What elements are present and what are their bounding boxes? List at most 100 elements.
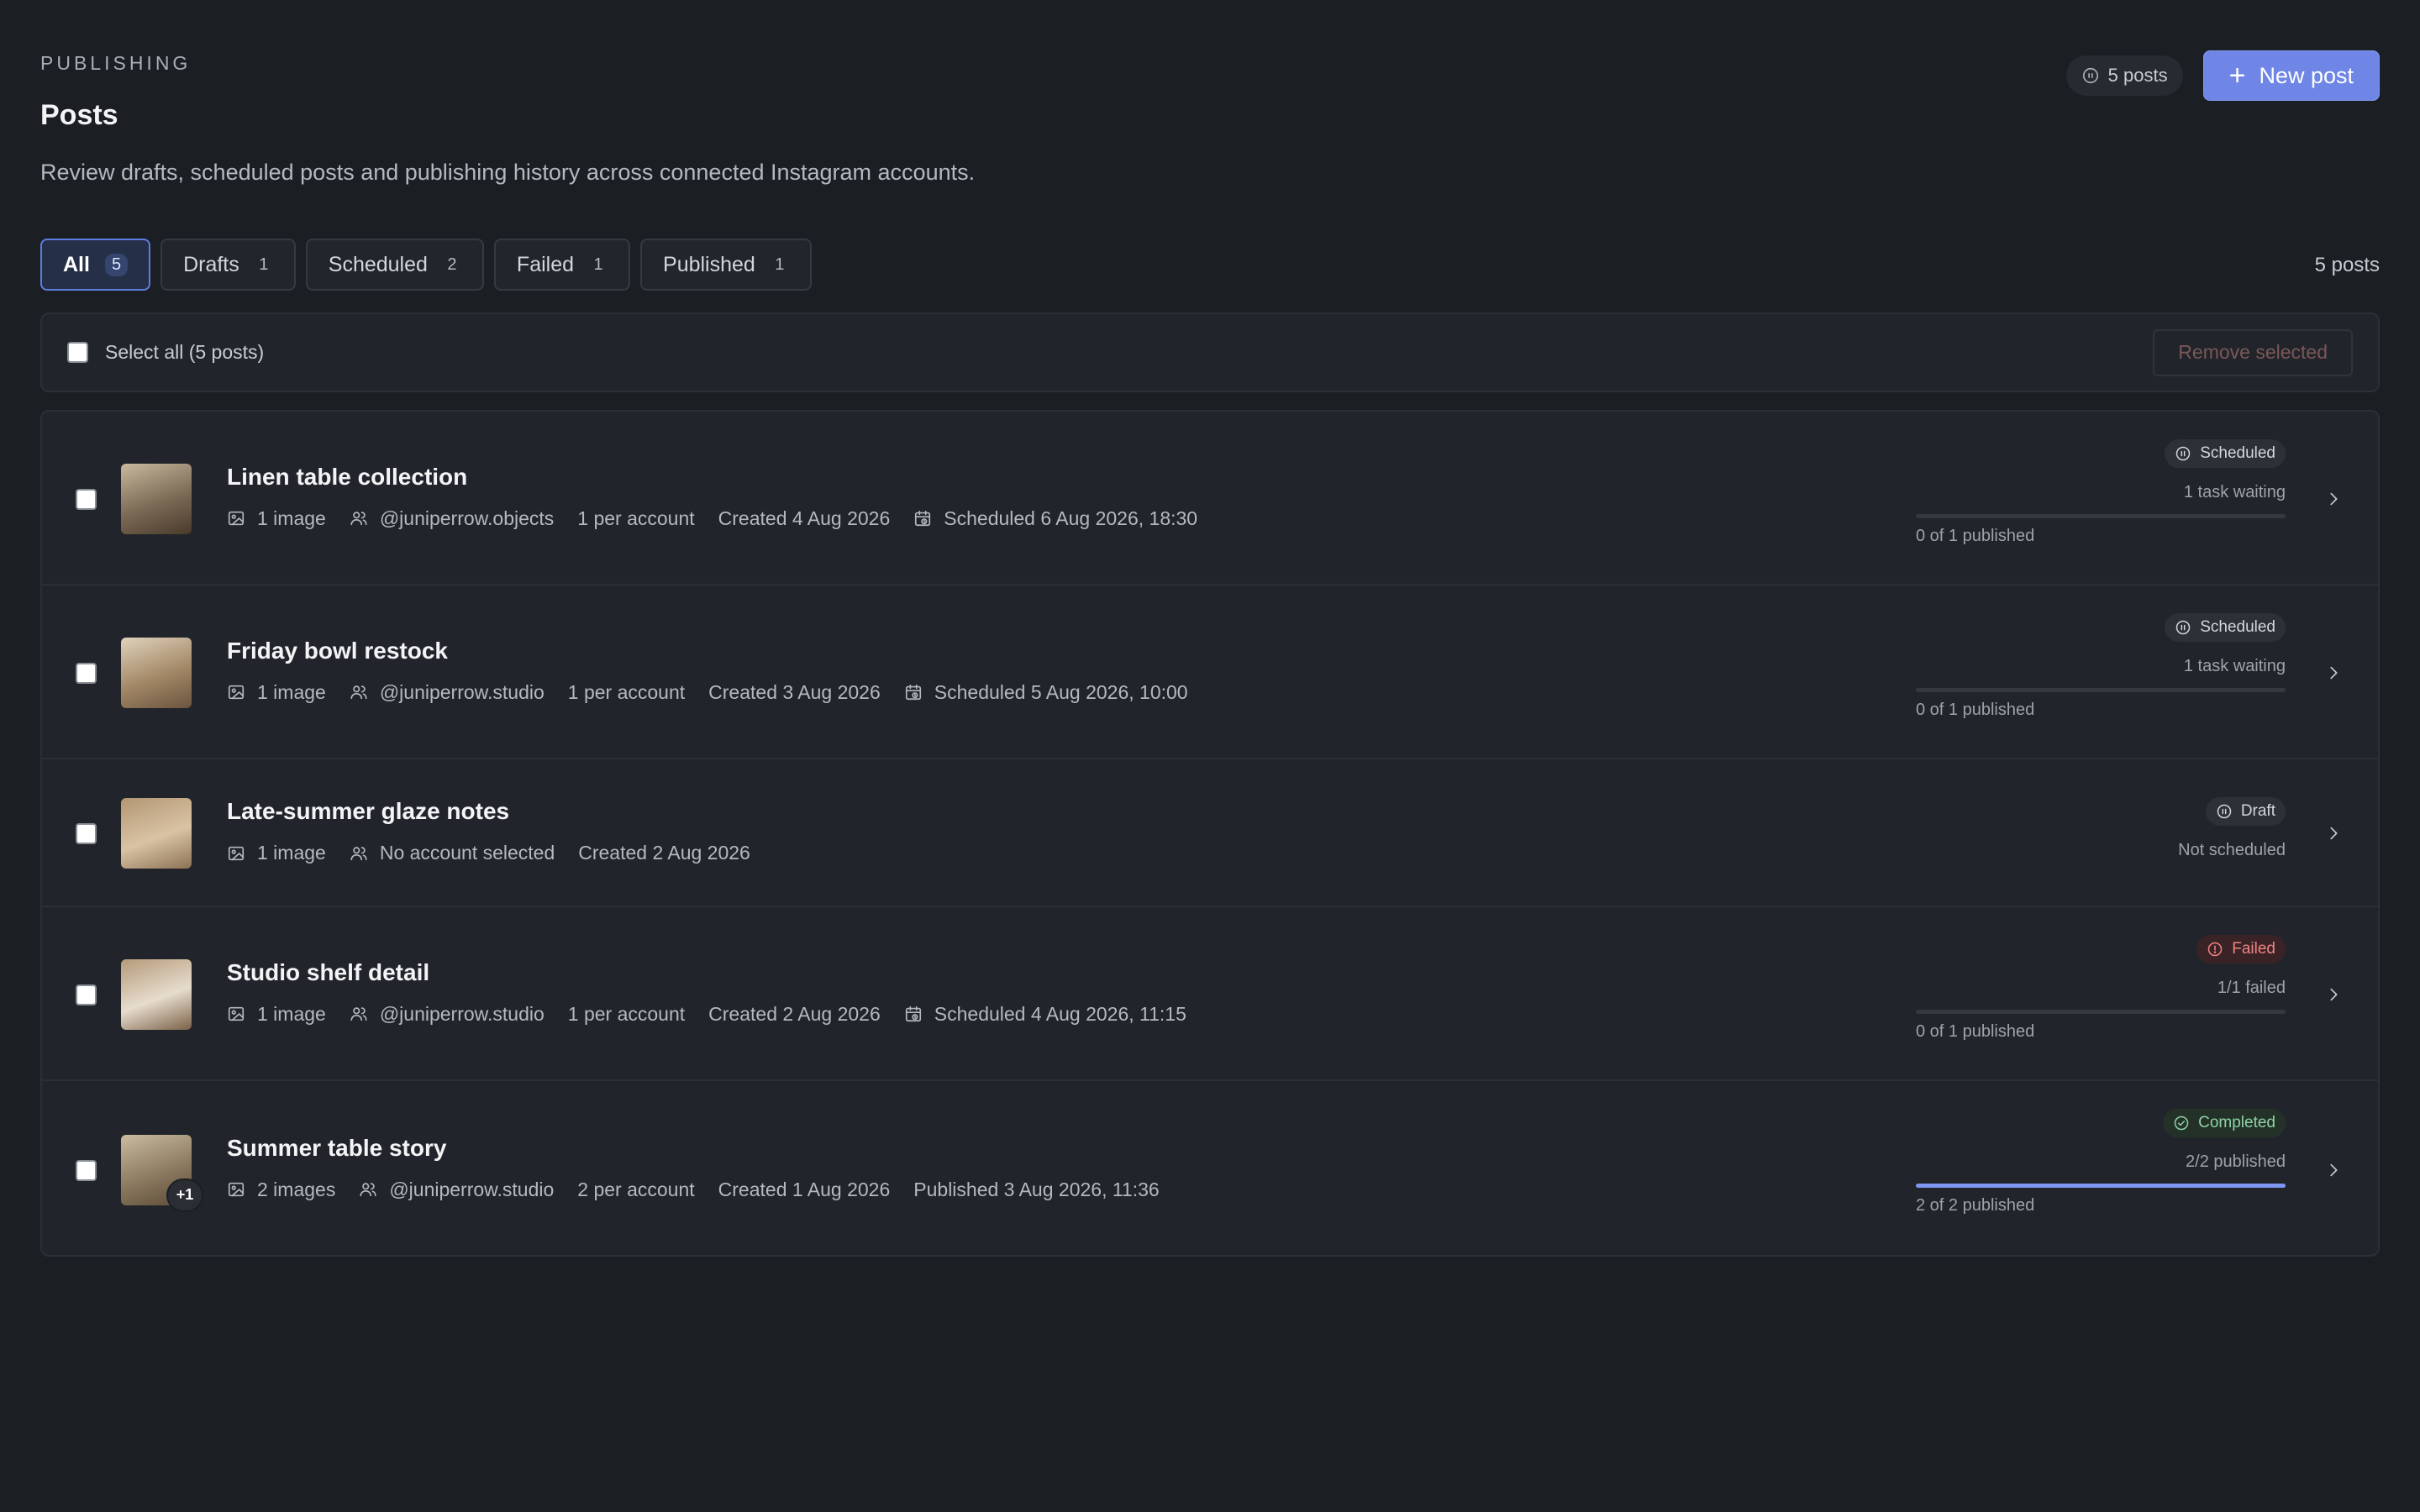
publish-progress-bar: [1916, 688, 2286, 692]
posts-count-label: 5 posts: [2314, 254, 2380, 276]
post-thumbnail: [121, 463, 192, 534]
scheduled-date: Scheduled 5 Aug 2026, 10:00: [904, 681, 1188, 704]
calendar-clock-icon: [915, 510, 931, 527]
account: No account selected: [350, 842, 555, 864]
account-text: @juniperrow.studio: [379, 680, 544, 703]
created-date: Created 3 Aug 2026: [708, 681, 881, 704]
status-note: 2/2 published: [2186, 1152, 2286, 1171]
image-count: 1 image: [227, 507, 326, 530]
per-account-text: 1 per account: [577, 507, 695, 529]
image-count-text: 1 image: [257, 507, 326, 529]
post-row[interactable]: Studio shelf detail 1 image @juniperrow.st…: [42, 907, 2378, 1081]
account-text: @juniperrow.studio: [389, 1178, 555, 1200]
per-account: 2 per account: [577, 1179, 694, 1201]
status-label: Scheduled: [2200, 618, 2275, 636]
image-icon: [228, 846, 245, 860]
post-meta: 1 image @juniperrow.objects 1 per account C…: [227, 507, 1197, 530]
new-post-button[interactable]: + New post: [2202, 50, 2380, 101]
pause-circle-icon: [2217, 804, 2232, 819]
tab-scheduled[interactable]: Scheduled 2: [305, 239, 484, 291]
created-date-text: Created 4 Aug 2026: [718, 507, 891, 529]
status-note: 1/1 failed: [2217, 979, 2286, 997]
section-eyebrow: PUBLISHING: [40, 52, 192, 74]
post-meta: 2 images @juniperrow.studio 2 per account C…: [227, 1179, 1160, 1201]
post-checkbox[interactable]: [76, 984, 97, 1005]
progress-caption: 2 of 2 published: [1916, 1196, 2035, 1215]
tab-count: 1: [259, 255, 269, 274]
alert-circle-icon: [2208, 942, 2223, 957]
post-checkbox[interactable]: [76, 488, 97, 510]
chevron-right-icon[interactable]: [2324, 985, 2343, 1004]
chevron-right-icon[interactable]: [2324, 1161, 2343, 1179]
tab-count: 1: [593, 255, 603, 274]
created-date-text: Created 3 Aug 2026: [708, 680, 881, 703]
tab-label: All: [63, 252, 90, 276]
image-icon: [228, 685, 245, 700]
tab-label: Scheduled: [328, 252, 428, 276]
account-text: @juniperrow.studio: [379, 1002, 544, 1025]
remove-selected-button[interactable]: Remove selected: [2153, 328, 2353, 376]
status-area: Failed 1/1 failed 0 of 1 published: [1916, 907, 2286, 1081]
post-meta: 1 image @juniperrow.studio 1 per account Cr…: [227, 681, 1188, 704]
post-row[interactable]: Linen table collection 1 image @juniperrow…: [42, 412, 2378, 585]
tab-count: 5: [104, 253, 129, 276]
per-account-text: 2 per account: [577, 1178, 695, 1200]
progress-caption: 0 of 1 published: [1916, 701, 2035, 719]
publish-progress-fill: [1916, 1184, 2286, 1188]
scheduled-date-text: Scheduled 4 Aug 2026, 11:15: [934, 1002, 1186, 1025]
tab-failed[interactable]: Failed 1: [493, 239, 631, 291]
image-count: 1 image: [227, 842, 326, 864]
tab-count: 1: [775, 255, 785, 274]
post-title: Summer table story: [227, 1134, 447, 1161]
post-checkbox[interactable]: [76, 662, 97, 684]
post-row[interactable]: Late-summer glaze notes 1 image No account…: [42, 759, 2378, 907]
users-icon: [350, 512, 367, 526]
chevron-right-icon[interactable]: [2324, 824, 2343, 843]
pause-circle-icon: [2175, 446, 2191, 461]
tab-all[interactable]: All 5: [40, 239, 151, 291]
pause-circle-icon: [2175, 620, 2191, 635]
post-checkbox[interactable]: [76, 823, 97, 844]
status-note: Not scheduled: [2178, 841, 2286, 859]
post-row[interactable]: +1 Summer table story 2 images @juniperrow.…: [42, 1081, 2378, 1255]
post-row[interactable]: Friday bowl restock 1 image @juniperrow.st…: [42, 585, 2378, 759]
header-actions: 5 posts + New post: [2065, 50, 2380, 101]
created-date: Created 2 Aug 2026: [708, 1003, 881, 1026]
status-badge: Scheduled: [2165, 439, 2286, 468]
scheduled-date-text: Scheduled 5 Aug 2026, 10:00: [934, 680, 1188, 703]
chevron-right-icon[interactable]: [2324, 664, 2343, 682]
post-title: Linen table collection: [227, 463, 468, 490]
posts-page: PUBLISHING Posts Review drafts, schedule…: [0, 0, 2420, 1512]
posts-list: Linen table collection 1 image @juniperrow…: [40, 410, 2380, 1257]
users-icon: [350, 1007, 367, 1021]
published-date-text: Published 3 Aug 2026, 11:36: [913, 1178, 1160, 1200]
tab-label: Published: [663, 252, 755, 276]
post-checkbox[interactable]: [76, 1159, 97, 1181]
calendar-clock-icon: [905, 684, 921, 701]
chevron-right-icon[interactable]: [2324, 490, 2343, 508]
post-title: Late-summer glaze notes: [227, 798, 510, 824]
tab-published[interactable]: Published 1: [640, 239, 812, 291]
scheduled-date-text: Scheduled 6 Aug 2026, 18:30: [944, 507, 1198, 529]
per-account: 1 per account: [568, 1003, 685, 1026]
publish-progress-bar: [1916, 514, 2286, 518]
published-date: Published 3 Aug 2026, 11:36: [913, 1179, 1159, 1201]
select-bar: Select all (5 posts) Remove selected: [40, 312, 2380, 392]
tab-drafts[interactable]: Drafts 1: [160, 239, 296, 291]
status-label: Completed: [2198, 1114, 2275, 1131]
per-account-text: 1 per account: [567, 680, 686, 703]
status-area: Scheduled 1 task waiting 0 of 1 published: [1916, 585, 2286, 759]
status-badge: Draft: [2205, 797, 2286, 826]
post-thumbnail: [121, 637, 192, 708]
scheduled-date: Scheduled 4 Aug 2026, 11:15: [904, 1003, 1186, 1026]
account-text: No account selected: [379, 842, 555, 864]
posts-count-chip: 5 posts: [2065, 55, 2183, 96]
account: @juniperrow.studio: [359, 1179, 554, 1201]
account: @juniperrow.studio: [350, 1003, 544, 1026]
status-label: Draft: [2240, 802, 2275, 820]
status-badge: Scheduled: [2165, 613, 2286, 642]
image-count-text: 2 images: [257, 1178, 336, 1200]
progress-caption: 0 of 1 published: [1916, 1022, 2035, 1041]
select-all-checkbox[interactable]: [67, 342, 88, 363]
status-badge: Completed: [2163, 1109, 2286, 1137]
